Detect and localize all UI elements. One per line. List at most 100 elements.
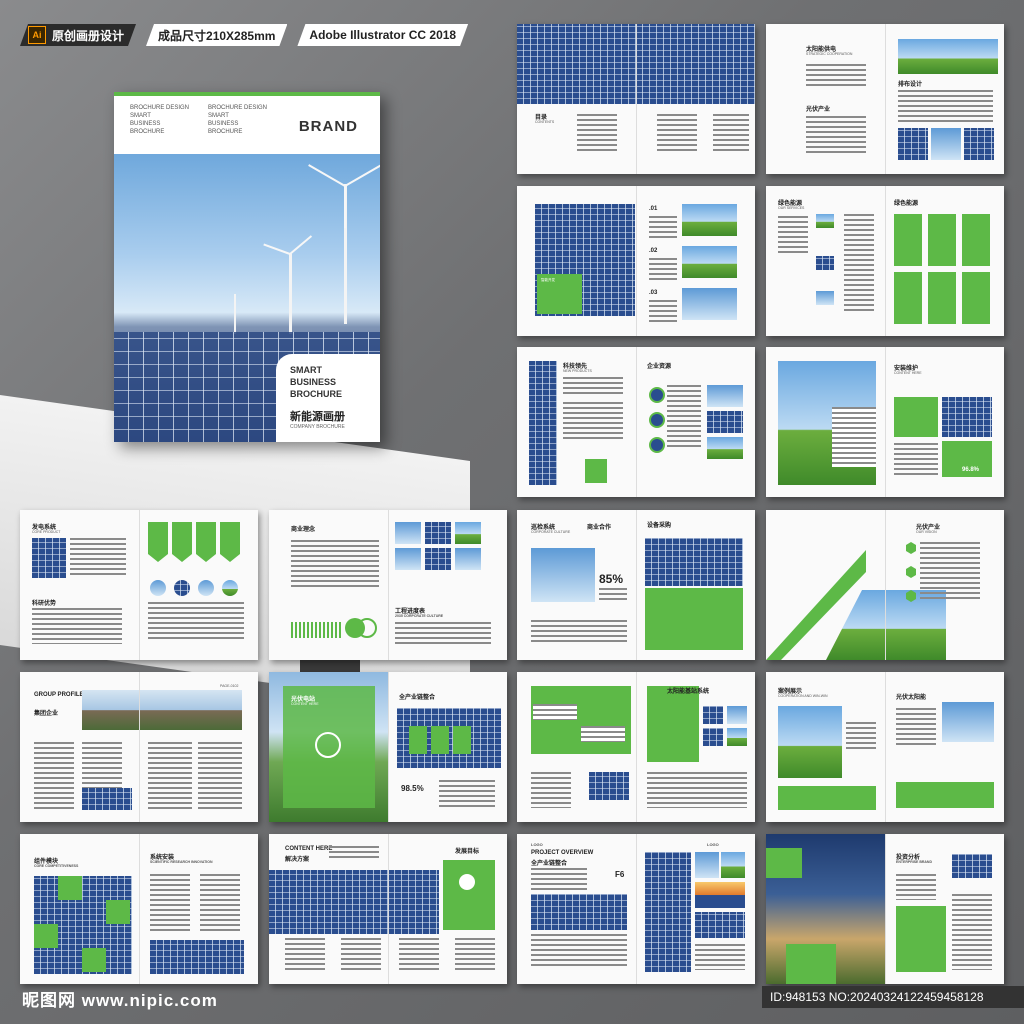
text-block <box>531 934 627 968</box>
photo-thumb <box>707 385 743 407</box>
spread-pv-vision: 光伏产业 OUR VISION <box>766 510 1004 660</box>
photo-thumb <box>964 128 994 160</box>
pv-title: 光伏产业 <box>806 107 831 113</box>
fold <box>636 24 637 174</box>
cover-card-line: BUSINESS <box>290 377 337 387</box>
vision-sub: OUR VISION <box>916 530 937 534</box>
text-block <box>649 216 677 238</box>
tag-design-label: 原创画册设计 <box>52 28 125 43</box>
green-card <box>409 726 427 754</box>
goals-title: 发展目标 <box>455 849 480 855</box>
cover-title-card: SMART BUSINESS BROCHURE 新能源画册 COMPANY BR… <box>276 354 380 442</box>
blade <box>344 164 380 187</box>
spread-green-energy: 绿色能源 OUR SERVICES 绿色能源 <box>766 186 1004 336</box>
tag-size: 成品尺寸210X285mm <box>146 24 287 46</box>
photo-thumb <box>703 706 723 724</box>
inspect-sub: CORPORATE CULTURE <box>531 530 571 534</box>
inspect-percent: 85% <box>599 572 624 586</box>
install-sub: CONTENT HERE <box>894 371 922 375</box>
text-block <box>581 726 625 742</box>
fold <box>139 672 140 822</box>
bar-graphic <box>291 622 341 638</box>
illustrator-icon: Ai <box>28 26 46 44</box>
text-block <box>806 64 866 88</box>
text-block <box>577 114 617 154</box>
modules-sub: CORE COMPETITIVENESS <box>34 864 79 868</box>
coop-title: 商业合作 <box>587 525 612 531</box>
solar-photo <box>269 870 439 934</box>
green-card <box>928 214 956 266</box>
photo-thumb <box>455 548 481 570</box>
spread-inspection: 巡检系统 CORPORATE CULTURE 商业合作 85% 设备采购 <box>517 510 755 660</box>
text-block <box>896 708 936 748</box>
photo-thumb <box>703 728 723 746</box>
green-block <box>896 906 946 972</box>
round-thumb <box>150 580 166 596</box>
cover-col2-line: SMART <box>208 113 229 119</box>
green-block <box>443 860 495 930</box>
text-block <box>806 116 866 156</box>
green-card <box>453 726 471 754</box>
green-circle <box>357 618 377 638</box>
solutions-title: CONTENT HERE <box>285 846 333 852</box>
text-block <box>563 377 623 397</box>
cover-accent-bar <box>114 92 380 96</box>
text-block <box>832 407 876 467</box>
image-id-bar: ID:948153 NO:20240324122459458128 <box>762 986 1024 1008</box>
overview-title: PROJECT OVERVIEW <box>531 850 594 856</box>
integration-title: 全产业链整合 <box>399 695 436 701</box>
text-block <box>649 300 677 322</box>
photo-thumb <box>727 706 747 724</box>
cover-col1-line: BROCHURE DESIGN <box>130 105 190 111</box>
spread-contents: 目录 CONTENTS <box>517 24 755 174</box>
fold <box>636 186 637 336</box>
spread-group-profile: GROUP PROFILE 集团企业 PAGE-0102 <box>20 672 258 822</box>
hex-icon <box>906 566 916 578</box>
install-percent: 96.8% <box>962 467 980 473</box>
tech-sub: NEW PRODUCTS <box>563 369 592 373</box>
layout-title: 排布设计 <box>898 82 923 88</box>
mosaic-tile <box>106 900 130 924</box>
logo-text: LOGO <box>531 842 543 847</box>
solar-photo <box>589 772 629 800</box>
base-station-title: 太阳能基站系统 <box>667 689 710 695</box>
building-photo <box>82 690 242 730</box>
fold <box>388 672 389 822</box>
photo-thumb <box>682 288 737 320</box>
contents-sub: CONTENTS <box>535 120 555 124</box>
text-block <box>291 540 379 590</box>
fold <box>636 347 637 497</box>
green-block <box>645 588 743 650</box>
fold <box>885 24 886 174</box>
mosaic-tile <box>58 876 82 900</box>
fold <box>636 834 637 984</box>
spread-power-system: 发电系统 CORE PRODUCT 科研优势 <box>20 510 258 660</box>
fold <box>885 186 886 336</box>
green-band <box>896 782 994 808</box>
spread-overview: LOGO PROJECT OVERVIEW 全产业链整合 F6 LOGO <box>517 834 755 984</box>
fold <box>636 672 637 822</box>
station-percent: 98.5% <box>401 784 424 793</box>
green-tab <box>172 522 192 562</box>
text-block <box>329 846 379 860</box>
text-block <box>531 620 627 642</box>
green-band <box>778 786 876 810</box>
text-block <box>32 608 122 644</box>
solutions-title-cn: 解决方案 <box>285 857 310 863</box>
spread-cases: 案例展示 COOPERATION AND WIN-WIN 光伏太阳能 <box>766 672 1004 822</box>
photo-thumb <box>395 522 421 544</box>
cover-col2-line: BROCHURE DESIGN <box>208 105 268 111</box>
fold <box>885 510 886 660</box>
text-block <box>150 874 190 934</box>
green-tab <box>148 522 168 562</box>
text-block <box>898 90 993 122</box>
business-title: 商业理念 <box>291 527 316 533</box>
photo-thumb <box>898 128 928 160</box>
field-photo <box>898 39 998 74</box>
green-tab <box>196 522 216 562</box>
blade <box>344 186 346 228</box>
spread-tech: 科技领先 NEW PRODUCTS 企业资源 <box>517 347 755 497</box>
spread-modules: 组件模块 CORE COMPETITIVENESS 系统安装 SCIENTIFI… <box>20 834 258 984</box>
green-card <box>431 726 449 754</box>
group-title: GROUP PROFILE <box>34 692 84 698</box>
